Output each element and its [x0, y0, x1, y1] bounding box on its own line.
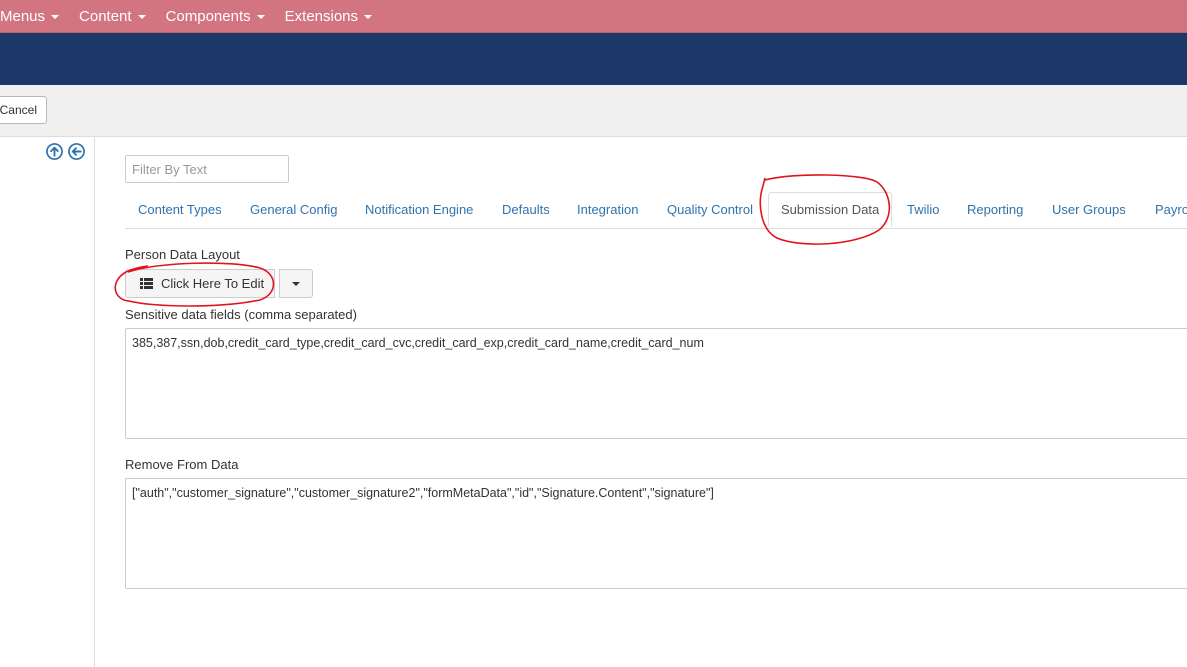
nav-extensions[interactable]: Extensions	[284, 7, 373, 25]
arrow-left-circle-icon[interactable]	[68, 143, 85, 160]
top-navbar: Menus Content Components Extensions	[0, 0, 1187, 33]
caret-down-icon	[137, 14, 146, 19]
tab-submission-data[interactable]: Submission Data	[768, 192, 893, 227]
nav-content-label: Content	[79, 7, 132, 25]
remove-from-data-textarea[interactable]: ["auth","customer_signature","customer_s…	[125, 478, 1187, 589]
tab-reporting[interactable]: Reporting	[967, 192, 1023, 227]
nav-components-label: Components	[165, 7, 251, 25]
caret-down-icon	[292, 281, 300, 286]
tab-twilio[interactable]: Twilio	[907, 192, 940, 227]
layout-dropdown-toggle[interactable]	[279, 269, 313, 298]
caret-down-icon	[51, 14, 60, 19]
caret-down-icon	[256, 14, 265, 19]
list-icon	[140, 278, 153, 289]
nav-components[interactable]: Components	[166, 8, 265, 25]
nav-content[interactable]: Content	[79, 8, 146, 25]
click-here-to-edit-button[interactable]: Click Here To Edit	[125, 269, 275, 298]
toolbar: Cancel	[0, 85, 1187, 137]
sensitive-fields-textarea[interactable]: 385,387,ssn,dob,credit_card_type,credit_…	[125, 328, 1187, 439]
nav-extensions-label: Extensions	[284, 7, 359, 25]
tab-content-types[interactable]: Content Types	[138, 192, 222, 227]
person-data-layout-label: Person Data Layout	[125, 247, 240, 262]
cancel-button[interactable]: Cancel	[0, 96, 47, 124]
tab-integration[interactable]: Integration	[577, 192, 638, 227]
caret-down-icon	[364, 14, 373, 19]
tab-quality-control[interactable]: Quality Control	[667, 192, 753, 227]
tab-payroll[interactable]: Payro	[1155, 192, 1187, 227]
tab-notification-engine[interactable]: Notification Engine	[365, 192, 473, 227]
sidebar	[0, 137, 95, 667]
tab-bar: Content Types General Config Notificatio…	[125, 192, 1187, 229]
remove-from-data-label: Remove From Data	[125, 457, 239, 472]
nav-menus-label: Menus	[0, 7, 46, 25]
tab-defaults[interactable]: Defaults	[502, 192, 550, 227]
filter-input[interactable]	[125, 155, 289, 183]
arrow-up-circle-icon[interactable]	[46, 143, 63, 160]
sensitive-fields-label: Sensitive data fields (comma separated)	[125, 307, 357, 322]
tab-general-config[interactable]: General Config	[250, 192, 337, 227]
edit-button-label: Click Here To Edit	[161, 276, 265, 291]
header-band	[0, 33, 1187, 85]
nav-menus[interactable]: Menus	[0, 7, 60, 25]
tab-user-groups[interactable]: User Groups	[1052, 192, 1126, 227]
